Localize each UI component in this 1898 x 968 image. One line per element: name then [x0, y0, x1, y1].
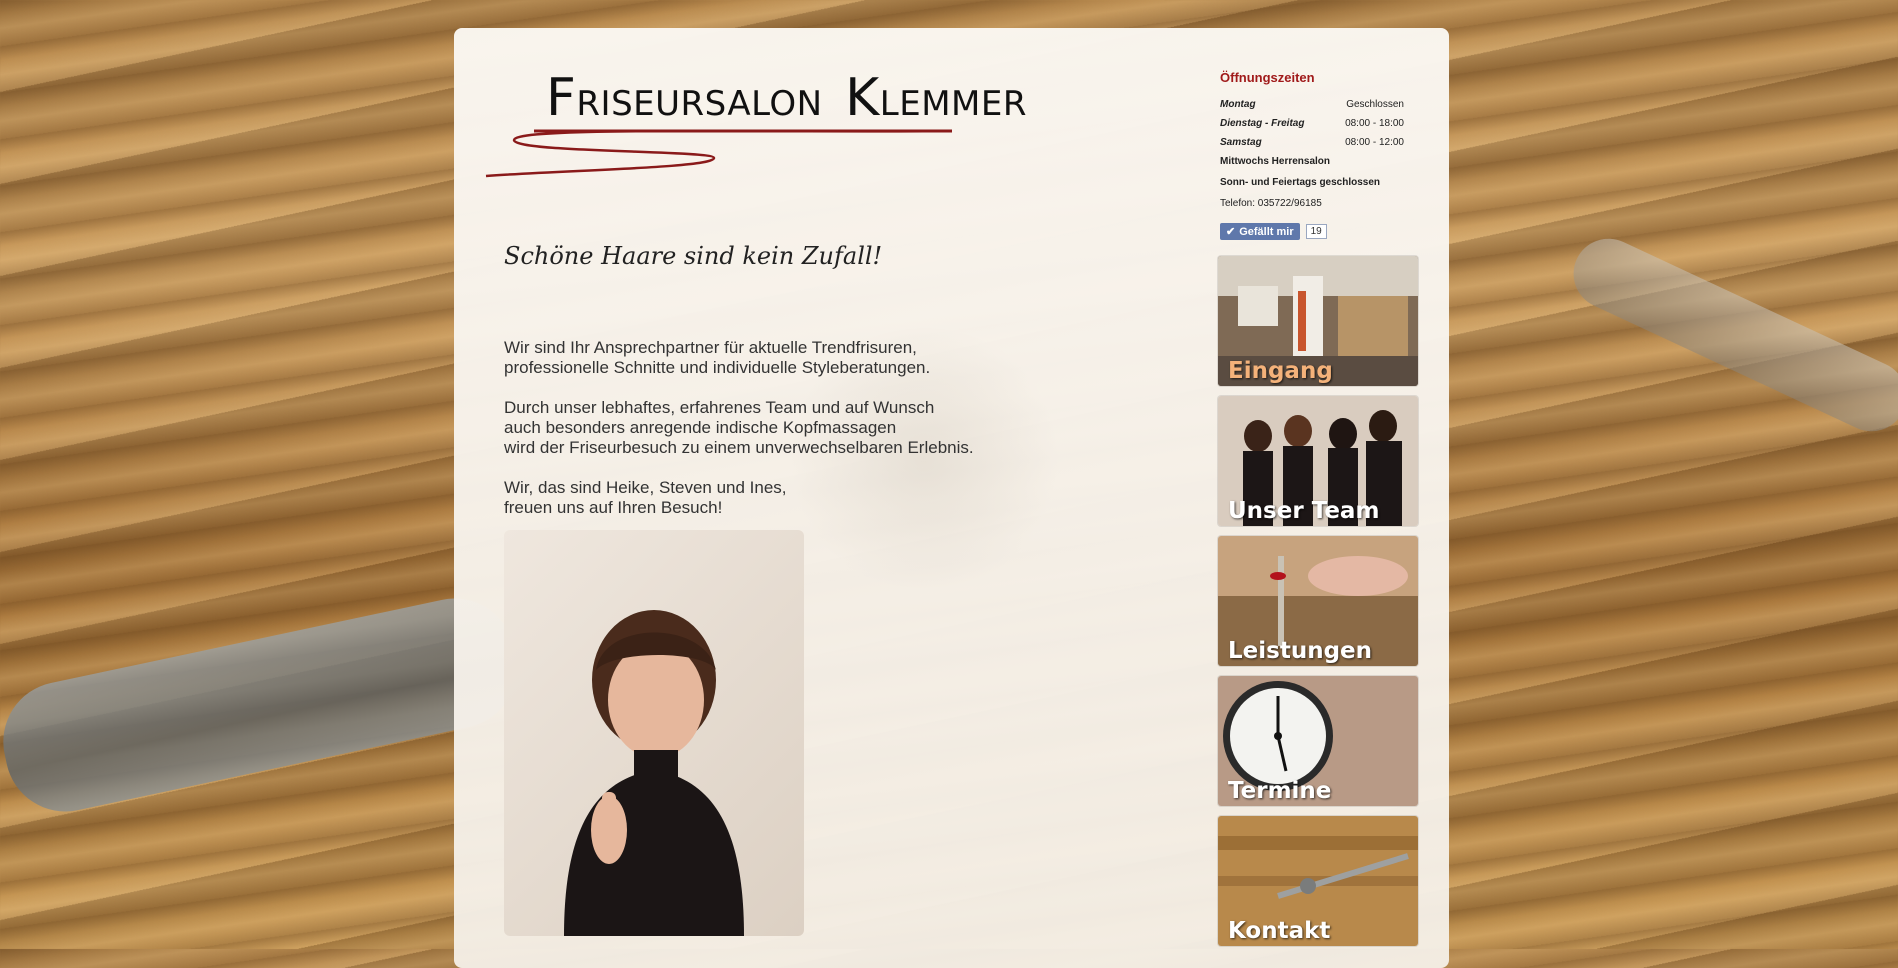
opening-hours-title: Öffnungszeiten: [1220, 70, 1315, 85]
tile-label-kontakt: Kontakt: [1228, 918, 1331, 944]
tile-termine[interactable]: Termine: [1218, 676, 1418, 806]
intro-paragraph-2: Durch unser lebhaftes, erfahrenes Team u…: [504, 398, 974, 457]
tile-label-leistungen: Leistungen: [1228, 638, 1373, 664]
table-row: Dienstag - Freitag 08:00 - 18:00: [1218, 114, 1418, 133]
intro-paragraph-3: Wir, das sind Heike, Steven und Ines, fr…: [504, 478, 787, 517]
sidebar: Öffnungszeiten Montag Geschlossen Dienst…: [1218, 70, 1418, 956]
tile-label-eingang: Eingang: [1228, 358, 1333, 384]
tile-label-unser-team: Unser Team: [1228, 498, 1380, 524]
table-row: Montag Geschlossen: [1218, 95, 1418, 114]
background-scissors-blade: [1562, 227, 1898, 443]
like-count: 19: [1305, 224, 1327, 239]
intro-text: Wir sind Ihr Ansprechpartner für aktuell…: [504, 338, 1064, 538]
hours-time: 08:00 - 18:00: [1345, 118, 1404, 129]
content-panel: FRISEURSALON KLEMMER Schöne Haare sind k…: [454, 28, 1449, 968]
tile-unser-team[interactable]: Unser Team: [1218, 396, 1418, 526]
facebook-like: ✔ Gefällt mir 19: [1220, 223, 1416, 240]
like-button[interactable]: ✔ Gefällt mir: [1220, 223, 1300, 240]
tile-kontakt[interactable]: Kontakt: [1218, 816, 1418, 946]
tile-eingang[interactable]: Eingang: [1218, 256, 1418, 386]
hours-note-mittwoch: Mittwochs Herrensalon: [1220, 156, 1331, 167]
tile-leistungen[interactable]: Leistungen: [1218, 536, 1418, 666]
portrait-photo: [504, 530, 804, 936]
background-scissors: [0, 587, 528, 823]
site-logo[interactable]: FRISEURSALON KLEMMER: [484, 68, 1026, 218]
phone-number: Telefon: 035722/96185: [1220, 198, 1322, 209]
hours-day: Samstag: [1220, 137, 1262, 148]
hours-day: Dienstag - Freitag: [1220, 118, 1305, 129]
hours-day: Montag: [1220, 99, 1256, 110]
hours-time: Geschlossen: [1346, 99, 1404, 110]
tagline: Schöne Haare sind kein Zufall!: [504, 242, 883, 270]
check-icon: ✔: [1226, 226, 1236, 238]
intro-paragraph-1: Wir sind Ihr Ansprechpartner für aktuell…: [504, 338, 931, 377]
logo-swoosh: [485, 129, 953, 178]
hours-time: 08:00 - 12:00: [1345, 137, 1404, 148]
hours-note-sonntag: Sonn- und Feiertags geschlossen: [1220, 177, 1381, 188]
opening-hours-table: Montag Geschlossen Dienstag - Freitag 08…: [1218, 95, 1418, 152]
table-row: Samstag 08:00 - 12:00: [1218, 133, 1418, 152]
tile-label-termine: Termine: [1228, 778, 1332, 804]
